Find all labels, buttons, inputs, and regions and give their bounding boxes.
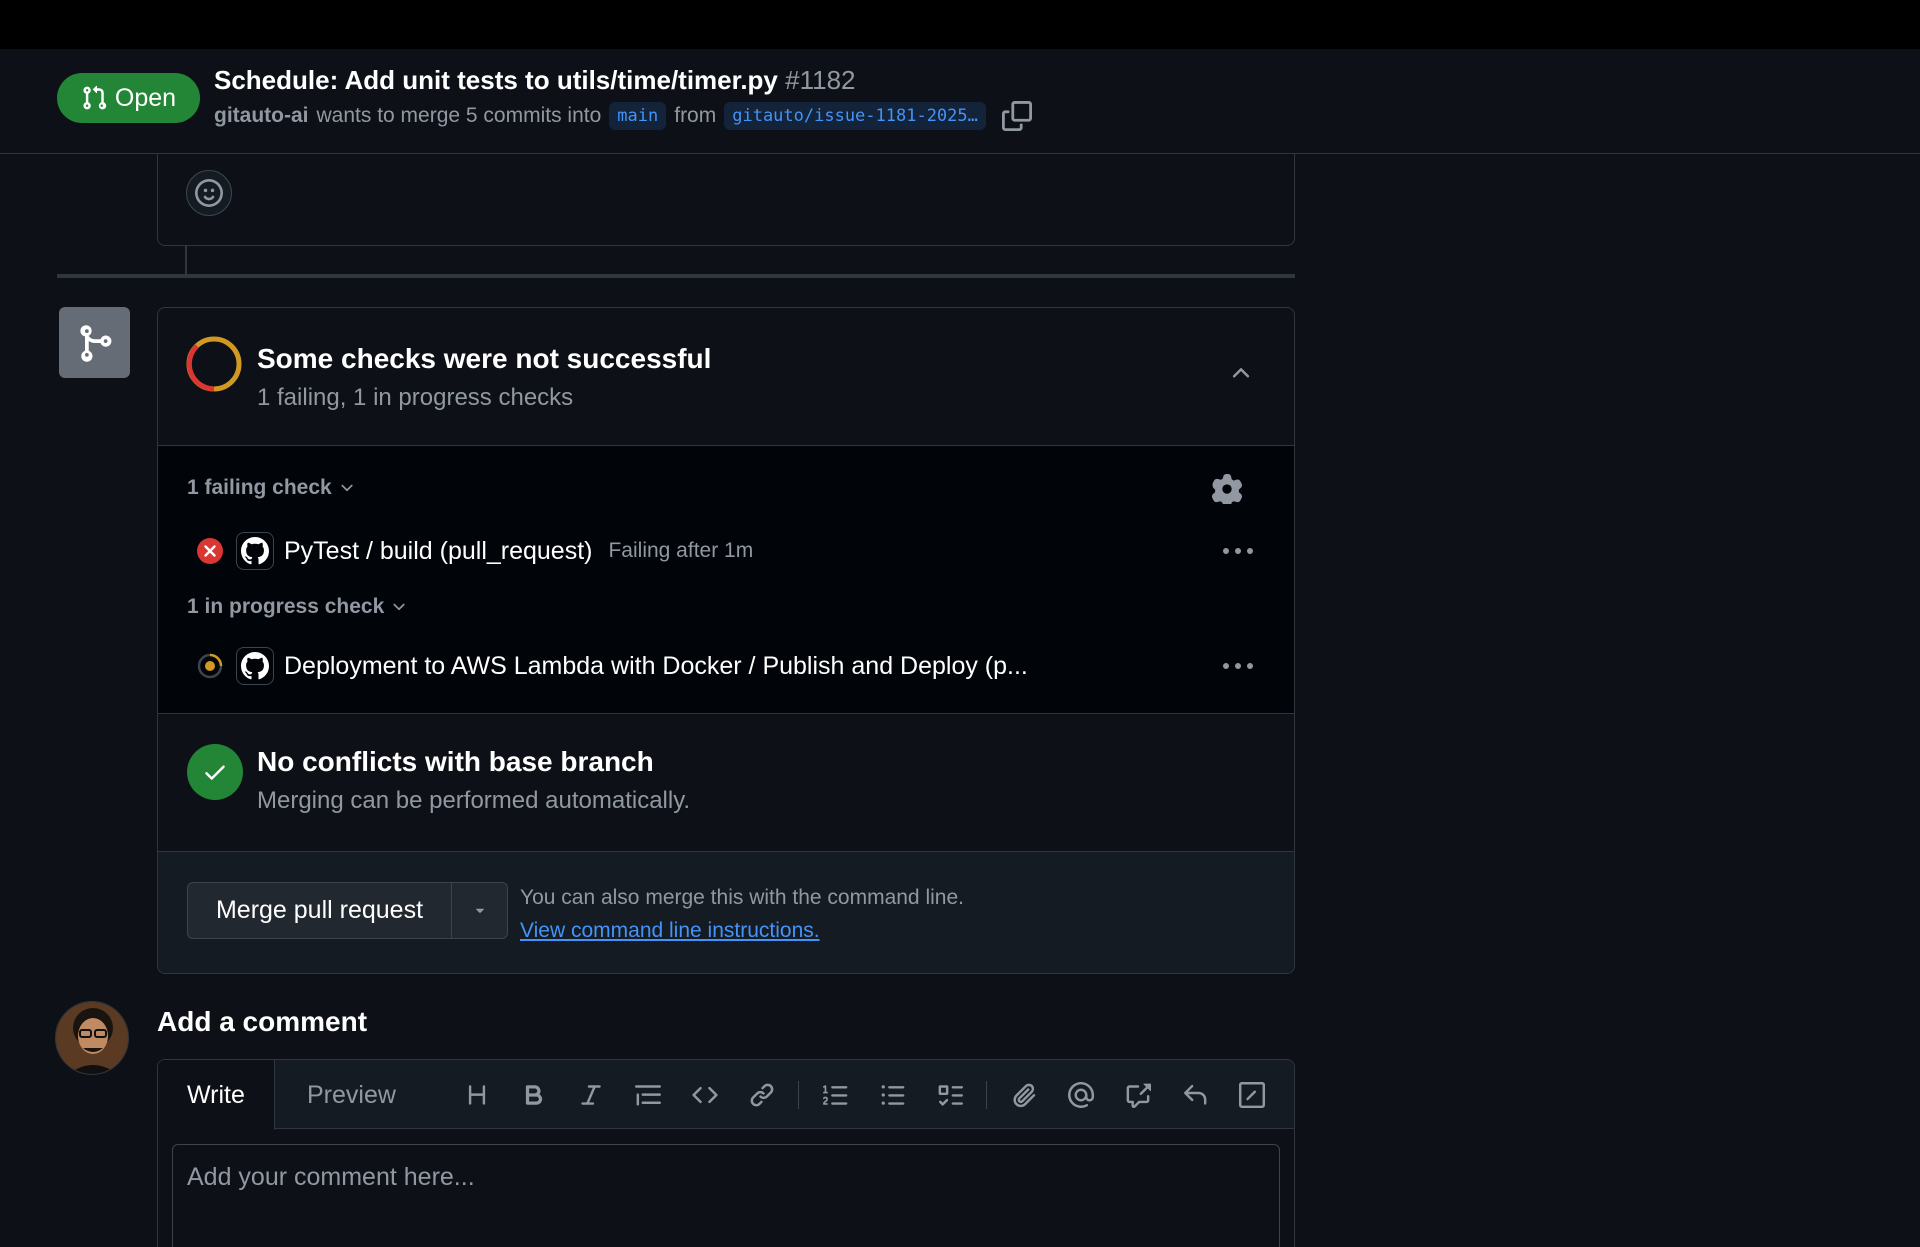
smiley-icon — [195, 179, 223, 207]
pr-number: #1182 — [785, 65, 856, 95]
check-name[interactable]: Deployment to AWS Lambda with Docker / P… — [284, 652, 1028, 681]
italic-button[interactable] — [562, 1075, 619, 1115]
check-status: Failing after 1m — [608, 539, 754, 562]
conflicts-title: No conflicts with base branch — [257, 746, 654, 777]
unordered-list-icon — [881, 1084, 904, 1105]
chevron-up-icon[interactable] — [1228, 360, 1254, 386]
git-merge-icon — [79, 324, 111, 362]
comment-textarea[interactable] — [172, 1144, 1280, 1247]
pr-title-text: Schedule: Add unit tests to utils/time/t… — [214, 65, 778, 95]
cross-reference-button[interactable] — [1109, 1075, 1166, 1115]
pr-state-badge: Open — [57, 73, 200, 123]
code-icon — [691, 1086, 718, 1103]
bold-button[interactable] — [505, 1075, 562, 1115]
heading-button[interactable] — [448, 1075, 505, 1115]
command-line-instructions-link[interactable]: View command line instructions. — [520, 919, 820, 943]
pr-meta: gitauto-ai wants to merge 5 commits into… — [214, 101, 1032, 131]
pr-state-label: Open — [114, 83, 177, 112]
pr-title: Schedule: Add unit tests to utils/time/t… — [214, 65, 856, 96]
toolbar-divider — [798, 1080, 799, 1109]
ordered-list-icon — [822, 1084, 847, 1105]
italic-icon — [580, 1084, 601, 1105]
cross-reference-icon — [1126, 1083, 1151, 1108]
merge-text: wants to merge 5 commits into — [316, 104, 602, 127]
unordered-list-button[interactable] — [864, 1075, 921, 1115]
previous-comment-footer — [157, 153, 1295, 246]
head-branch[interactable]: gitauto/issue-1181-2025… — [724, 102, 986, 130]
avatar[interactable] — [55, 1001, 129, 1075]
checks-subtitle: 1 failing, 1 in progress checks — [257, 384, 574, 411]
in-progress-spinner-icon — [197, 653, 223, 679]
mention-button[interactable] — [1052, 1075, 1109, 1115]
slash-commands-button[interactable] — [1223, 1075, 1280, 1115]
checks-title: Some checks were not successful — [257, 343, 712, 374]
tab-write[interactable]: Write — [158, 1060, 275, 1130]
ordered-list-button[interactable] — [807, 1075, 864, 1115]
quote-icon — [634, 1084, 661, 1106]
pull-request-icon — [83, 85, 107, 110]
quote-button[interactable] — [619, 1075, 676, 1115]
base-branch[interactable]: main — [609, 102, 667, 130]
timeline-line — [185, 246, 187, 276]
chevron-down-icon — [393, 603, 405, 611]
check-circle-icon — [187, 744, 243, 800]
check-row-failing[interactable]: PyTest / build (pull_request) Failing af… — [196, 529, 1254, 573]
timeline-divider — [57, 274, 1295, 278]
command-line-hint: You can also merge this with the command… — [520, 886, 964, 909]
chevron-down-icon — [341, 484, 353, 492]
link-button[interactable] — [733, 1075, 790, 1115]
from-text: from — [674, 104, 717, 127]
merge-box: Some checks were not successful 1 failin… — [157, 307, 1295, 974]
paperclip-icon — [1012, 1083, 1035, 1107]
pr-author-link[interactable]: gitauto-ai — [214, 104, 309, 128]
pr-header: Open Schedule: Add unit tests to utils/t… — [0, 49, 1920, 154]
kebab-horizontal-icon[interactable] — [1222, 661, 1254, 671]
kebab-horizontal-icon[interactable] — [1222, 546, 1254, 556]
copy-icon[interactable] — [1001, 101, 1032, 131]
saved-replies-button[interactable] — [1166, 1075, 1223, 1115]
checks-summary[interactable]: Some checks were not successful 1 failin… — [158, 308, 1294, 446]
merge-action-section: Merge pull request You can also merge th… — [158, 852, 1294, 973]
gear-icon[interactable] — [1212, 474, 1242, 504]
checks-status-ring-icon — [186, 336, 242, 392]
mention-icon — [1067, 1081, 1094, 1108]
failing-checks-label: 1 failing check — [187, 476, 332, 499]
link-icon — [750, 1083, 773, 1106]
merge-button-group: Merge pull request — [187, 882, 508, 939]
check-row-in-progress[interactable]: Deployment to AWS Lambda with Docker / P… — [196, 644, 1254, 688]
conflicts-section: No conflicts with base branch Merging ca… — [158, 714, 1294, 852]
merge-method-dropdown[interactable] — [452, 883, 507, 938]
attach-file-button[interactable] — [995, 1075, 1052, 1115]
triangle-down-icon — [475, 908, 484, 913]
github-icon — [236, 532, 274, 570]
x-circle-fill-icon — [197, 538, 223, 564]
check-name[interactable]: PyTest / build (pull_request) — [284, 537, 592, 566]
comment-editor: Write Preview — [157, 1059, 1295, 1247]
bold-icon — [525, 1084, 542, 1105]
checks-list: 1 failing check PyTest / build (pull_req… — [158, 446, 1294, 714]
merge-pull-request-button[interactable]: Merge pull request — [188, 883, 452, 938]
editor-tabs: Write Preview — [158, 1060, 1294, 1130]
add-reaction-button[interactable] — [186, 170, 232, 216]
tab-preview[interactable]: Preview — [278, 1060, 425, 1130]
failing-checks-toggle[interactable]: 1 failing check — [187, 476, 356, 500]
code-button[interactable] — [676, 1075, 733, 1115]
top-bar — [0, 0, 1920, 49]
slash-icon — [1238, 1081, 1265, 1108]
in-progress-checks-label: 1 in progress check — [187, 595, 385, 618]
toolbar-divider — [986, 1080, 987, 1109]
reply-icon — [1183, 1084, 1206, 1105]
merge-status-icon — [59, 307, 130, 378]
heading-icon — [468, 1084, 485, 1105]
markdown-toolbar — [448, 1060, 1280, 1129]
add-comment-heading: Add a comment — [157, 1006, 368, 1037]
task-list-button[interactable] — [921, 1075, 978, 1115]
conflicts-subtitle: Merging can be performed automatically. — [257, 787, 691, 814]
in-progress-checks-toggle[interactable]: 1 in progress check — [187, 595, 408, 619]
github-icon — [236, 647, 274, 685]
task-list-icon — [938, 1084, 963, 1106]
